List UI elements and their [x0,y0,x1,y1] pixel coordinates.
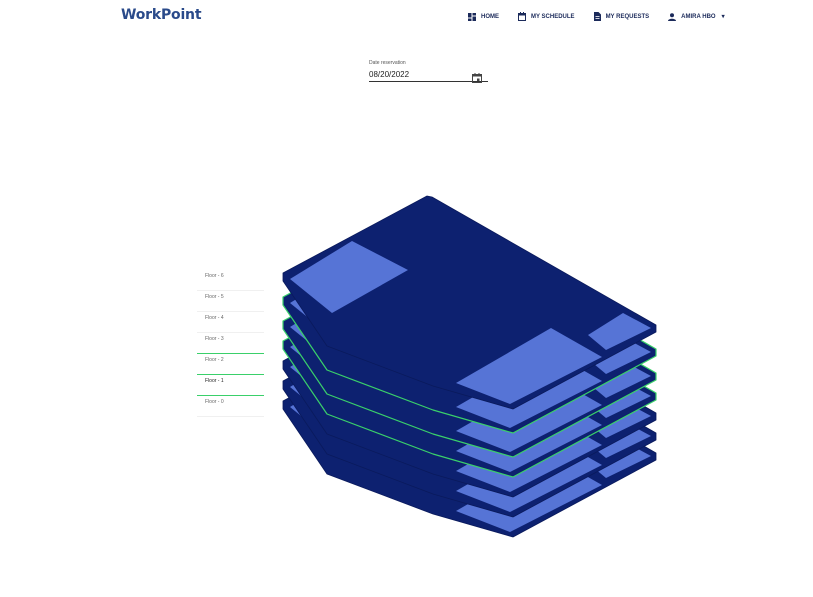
building-3d-view [282,195,657,538]
